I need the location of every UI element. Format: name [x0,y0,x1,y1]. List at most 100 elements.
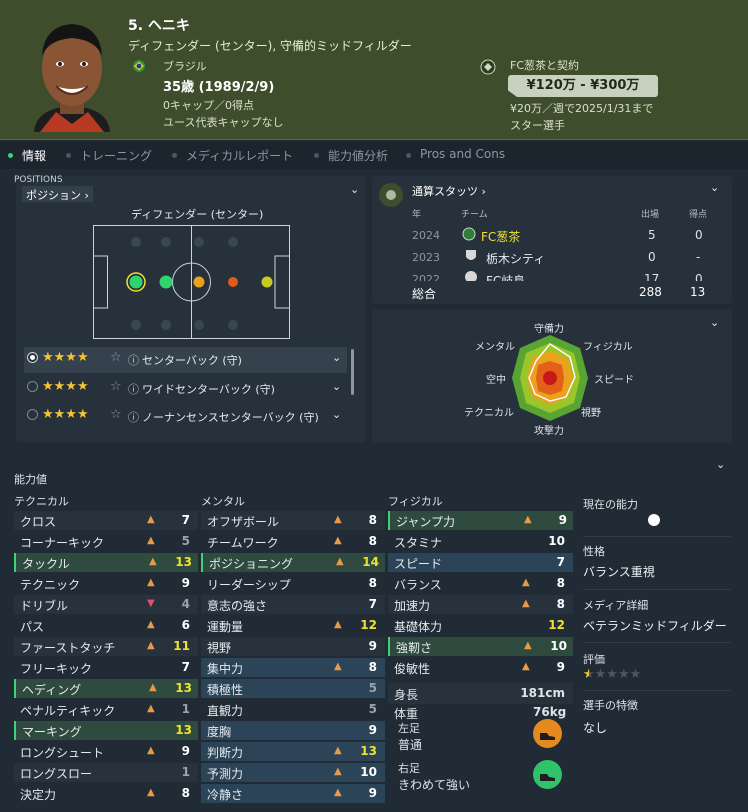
attribute-row[interactable]: 加速力 ▲ 8 [388,595,573,614]
chevron-down-icon[interactable]: ⌄ [350,183,359,196]
tab-info[interactable]: 情報 [22,147,46,164]
role-name: センターバック (守) [142,354,242,367]
attribute-row[interactable]: ファーストタッチ ▲ 11 [14,637,198,656]
attribute-row[interactable]: ロングスロー 1 [14,763,198,782]
trend-arrow-icon: ▲ [147,619,155,630]
career-team[interactable]: FC葱茶 [481,228,520,245]
attribute-row[interactable]: バランス ▲ 8 [388,574,573,593]
tab-medical[interactable]: メディカルレポート [186,147,293,164]
attribute-row[interactable]: リーダーシップ 8 [201,574,385,593]
attribute-row[interactable]: ポジショニング ▲ 14 [201,553,385,572]
attribute-row[interactable]: 基礎体力 12 [388,616,573,635]
contract-club[interactable]: FC葱茶と契約 [510,57,579,73]
radio-selected-icon[interactable] [27,352,38,363]
attribute-name: ジャンプ力 [396,515,456,529]
attribute-row[interactable]: マーキング 13 [14,721,198,740]
trend-arrow-icon: ▲ [524,514,532,525]
career-team[interactable]: FC岐阜 [486,272,525,281]
attribute-row[interactable]: 冷静さ ▲ 9 [201,784,385,803]
positions-header-label: ポジション [26,189,81,202]
attribute-row[interactable]: ドリブル ▼ 4 [14,595,198,614]
attribute-row[interactable]: テクニック ▲ 9 [14,574,198,593]
attribute-row[interactable]: チームワーク ▲ 8 [201,532,385,551]
trend-arrow-icon: ▲ [334,766,342,777]
trend-arrow-icon: ▲ [334,535,342,546]
role-name: ワイドセンターバック (守) [142,383,275,396]
chevron-down-icon[interactable]: ⌄ [710,181,719,194]
attribute-row[interactable]: スピード 7 [388,553,573,572]
radar-label-attacking: 攻撃力 [534,426,564,437]
attribute-row[interactable]: タックル ▲ 13 [14,553,198,572]
club-crest-icon [464,270,478,281]
attribute-value: 12 [360,618,377,632]
career-row[interactable]: 2023 栃木シティ 0 - [372,246,732,268]
attribute-row[interactable]: コーナーキック ▲ 5 [14,532,198,551]
role-row[interactable]: ★★★★ ☆ ⓘ センターバック (守) ⌄ [24,347,347,373]
attribute-row[interactable]: スタミナ 10 [388,532,573,551]
attribute-name: スピード [394,557,443,571]
col-goals: 得点 [689,210,708,220]
attribute-row[interactable]: ロングシュート ▲ 9 [14,742,198,761]
attribute-row[interactable]: ヘディング ▲ 13 [14,679,198,698]
attribute-row[interactable]: 集中力 ▲ 8 [201,658,385,677]
attribute-row[interactable]: 強靭さ ▲ 10 [388,637,573,656]
chevron-down-icon[interactable]: ⌄ [332,408,341,421]
attribute-row[interactable]: 運動量 ▲ 12 [201,616,385,635]
attribute-row[interactable]: 度胸 9 [201,721,385,740]
ability-indicator-icon [648,514,660,526]
attribute-row[interactable]: 視野 9 [201,637,385,656]
attribute-value: 13 [175,723,192,737]
attribute-row[interactable]: 予測力 ▲ 10 [201,763,385,782]
tab-dot-icon [314,153,319,158]
attribute-row[interactable]: 決定力 ▲ 8 [14,784,198,803]
attribute-row[interactable]: 俊敏性 ▲ 9 [388,658,573,677]
info-icon[interactable]: ⓘ [128,352,139,368]
trend-arrow-icon: ▲ [522,577,530,588]
radio-icon[interactable] [27,381,38,392]
attribute-row[interactable]: オフザボール ▲ 8 [201,511,385,530]
attribute-row[interactable]: クロス ▲ 7 [14,511,198,530]
tab-analysis[interactable]: 能力値分析 [328,147,388,164]
tab-pros-cons[interactable]: Pros and Cons [420,147,505,161]
attribute-row[interactable]: パス ▲ 6 [14,616,198,635]
info-icon[interactable]: ⓘ [128,381,139,397]
attribute-row[interactable]: ジャンプ力 ▲ 9 [388,511,573,530]
career-row[interactable]: 2022 FC岐阜 17 0 [372,268,732,281]
radar-label-vision: 視野 [581,408,601,419]
roles-scrollbar[interactable] [351,349,354,395]
radio-icon[interactable] [27,409,38,420]
positions-header[interactable]: ポジション › [22,186,93,202]
attribute-radar [512,335,588,421]
attribute-row[interactable]: 判断力 ▲ 13 [201,742,385,761]
transfer-value[interactable]: ¥120万 - ¥300万 [508,75,658,97]
trend-arrow-icon: ▲ [147,745,155,756]
career-row[interactable]: 2024 FC葱茶 5 0 [372,224,732,246]
career-table[interactable]: 2024 FC葱茶 5 0 2023 栃木シティ 0 - 2022 FC岐阜 1… [372,224,732,281]
radar-label-defending: 守備力 [534,324,564,335]
attribute-row[interactable]: 意志の強さ 7 [201,595,385,614]
chevron-down-icon[interactable]: ⌄ [716,458,725,471]
career-header[interactable]: 通算スタッツ › [412,183,486,199]
attribute-name: テクニック [20,578,81,592]
attribute-row[interactable]: 直観力 5 [201,700,385,719]
career-team[interactable]: 栃木シティ [486,250,545,267]
role-row[interactable]: ★★★★ ☆ ⓘ ワイドセンターバック (守) ⌄ [24,376,347,402]
trend-arrow-icon: ▲ [522,598,530,609]
attribute-row[interactable]: フリーキック 7 [14,658,198,677]
attribute-value: 5 [368,681,377,695]
tab-training[interactable]: トレーニング [80,147,152,164]
info-icon[interactable]: ⓘ [128,409,139,425]
chevron-right-icon: › [478,185,486,198]
chevron-down-icon[interactable]: ⌄ [710,316,719,329]
attribute-row[interactable]: 積極性 5 [201,679,385,698]
attribute-name: 度胸 [207,725,232,739]
attribute-row[interactable]: ペナルティキック ▲ 1 [14,700,198,719]
player-nationality[interactable]: ブラジル [163,58,207,74]
positions-overlay-label: POSITIONS [14,175,63,185]
player-age: 35歳 (1989/2/9) [163,80,275,95]
role-row[interactable]: ★★★★ ☆ ⓘ ノーナンセンスセンターバック (守) ⌄ [24,404,347,430]
rating-half-star-icon: ★ [583,667,589,682]
chevron-down-icon[interactable]: ⌄ [332,380,341,393]
chevron-down-icon[interactable]: ⌄ [332,351,341,364]
technical-header: テクニカル [14,495,69,508]
